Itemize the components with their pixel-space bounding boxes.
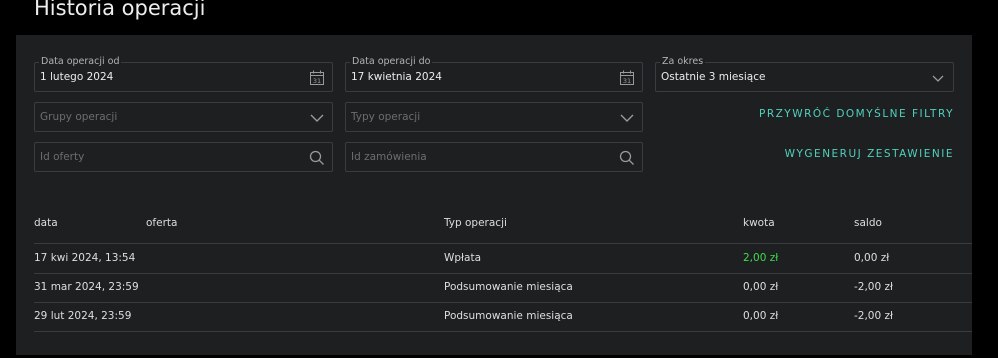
row-divider [34,331,972,332]
chevron-down-icon[interactable] [308,109,326,127]
order-id-placeholder: Id zamówienia [351,151,427,163]
row-date: 29 lut 2024, 23:59 [34,310,132,322]
period-label: Za okres [660,55,706,69]
header-divider [34,243,972,244]
period-value: Ostatnie 3 miesiące [661,71,766,83]
row-amount: 0,00 zł [743,281,779,293]
calendar-icon[interactable]: 31 [308,69,326,87]
row-type: Podsumowanie miesiąca [444,281,573,293]
column-header-offer[interactable]: oferta [146,217,177,229]
date-to-field[interactable]: Data operacji do 17 kwietnia 2024 31 [345,55,643,92]
row-balance: -2,00 zł [854,281,894,293]
page-title: Historia operacji [34,0,206,20]
date-from-label: Data operacji od [39,55,122,69]
calendar-icon[interactable]: 31 [618,69,636,87]
operation-groups-select[interactable]: Grupy operacji [34,102,333,132]
column-header-date[interactable]: data [34,217,58,229]
date-to-value: 17 kwietnia 2024 [351,71,442,83]
row-amount: 2,00 zł [743,252,779,264]
chevron-down-icon[interactable] [929,69,947,87]
row-balance: -2,00 zł [854,310,894,322]
operation-types-select[interactable]: Typy operacji [345,102,643,132]
offer-id-input[interactable]: Id oferty [34,142,333,172]
operation-types-placeholder: Typy operacji [351,111,421,123]
column-header-amount[interactable]: kwota [743,217,775,229]
calendar-day-text: 31 [313,77,321,85]
date-from-field[interactable]: Data operacji od 1 lutego 2024 31 [34,55,333,92]
order-id-input[interactable]: Id zamówienia [345,142,643,172]
filters-panel: Data operacji od 1 lutego 2024 31 Data o… [16,35,972,355]
row-amount: 0,00 zł [743,310,779,322]
row-date: 31 mar 2024, 23:59 [34,281,139,293]
search-icon[interactable] [308,149,326,167]
row-divider [34,302,972,303]
row-divider [34,273,972,274]
reset-filters-button[interactable]: PRZYWRÓĆ DOMYŚLNE FILTRY [759,108,954,120]
column-header-balance[interactable]: saldo [854,217,882,229]
operation-groups-placeholder: Grupy operacji [40,111,118,123]
calendar-day-text: 31 [623,77,631,85]
date-from-value: 1 lutego 2024 [40,71,114,83]
generate-report-button[interactable]: WYGENERUJ ZESTAWIENIE [785,148,954,160]
search-icon[interactable] [618,149,636,167]
period-select[interactable]: Za okres Ostatnie 3 miesiące [655,55,954,92]
row-balance: 0,00 zł [854,252,890,264]
date-to-label: Data operacji do [350,55,433,69]
row-date: 17 kwi 2024, 13:54 [34,252,136,264]
offer-id-placeholder: Id oferty [40,151,85,163]
column-header-type[interactable]: Typ operacji [444,217,507,229]
chevron-down-icon[interactable] [618,109,636,127]
row-type: Wpłata [444,252,482,264]
row-type: Podsumowanie miesiąca [444,310,573,322]
